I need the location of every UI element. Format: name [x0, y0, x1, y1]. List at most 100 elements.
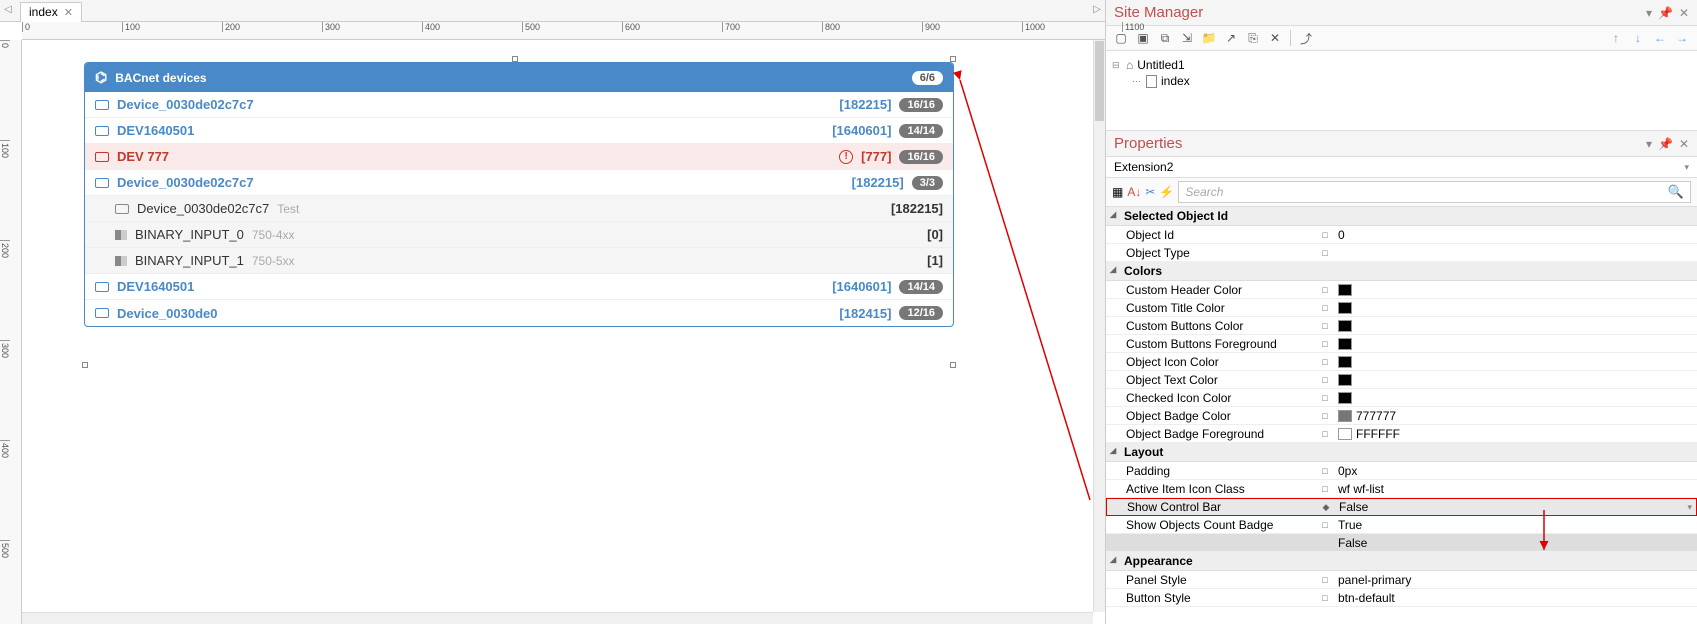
device-row[interactable]: Device_0030de02c7c7[182215]3/3	[85, 170, 953, 196]
chevron-down-icon[interactable]: ▾	[1687, 502, 1692, 513]
tree-child[interactable]: ⋯ index	[1112, 73, 1691, 89]
property-name: Custom Title Color	[1106, 300, 1316, 316]
property-row[interactable]: Object Badge Foreground□FFFFFF	[1106, 425, 1697, 443]
device-row[interactable]: DEV 777![777]16/16	[85, 144, 953, 170]
arrow-down-icon[interactable]: ↓	[1629, 29, 1647, 47]
property-category[interactable]: Appearance	[1106, 552, 1697, 571]
property-value[interactable]: btn-default	[1334, 590, 1697, 606]
dropdown-option[interactable]: False	[1106, 534, 1697, 552]
property-row[interactable]: Padding□0px	[1106, 462, 1697, 480]
property-value[interactable]: panel-primary	[1334, 572, 1697, 588]
device-row[interactable]: BINARY_INPUT_0 750-4xx[0]	[85, 222, 953, 248]
property-value[interactable]	[1334, 252, 1697, 254]
close-icon[interactable]: ✕	[1679, 6, 1689, 20]
canvas[interactable]: ⌬ BACnet devices 6/6 Device_0030de02c7c7…	[22, 40, 1093, 612]
export-icon[interactable]: ⤴	[1297, 29, 1315, 47]
property-value[interactable]: True	[1334, 517, 1697, 533]
device-id: [777]	[861, 149, 891, 164]
device-badge: 12/16	[899, 306, 943, 320]
device-row[interactable]: BINARY_INPUT_1 750-5xx[1]	[85, 248, 953, 274]
device-icon	[115, 204, 129, 214]
dropdown-icon[interactable]: ▾	[1646, 137, 1652, 151]
property-value[interactable]: 0	[1334, 227, 1697, 243]
device-badge: 16/16	[899, 150, 943, 164]
property-name: Panel Style	[1106, 572, 1316, 588]
tab-index[interactable]: index ✕	[20, 2, 82, 22]
site-manager-header: Site Manager ▾ 📌 ✕	[1106, 0, 1697, 26]
categorized-icon[interactable]: ▦	[1112, 185, 1123, 199]
scrollbar-vertical[interactable]	[1093, 40, 1105, 612]
bacnet-widget[interactable]: ⌬ BACnet devices 6/6 Device_0030de02c7c7…	[84, 62, 954, 327]
property-value[interactable]	[1334, 391, 1697, 405]
property-row[interactable]: Panel Style□panel-primary	[1106, 571, 1697, 589]
tree-root[interactable]: ⊟ ⌂ Untitled1	[1112, 57, 1691, 73]
folder-icon[interactable]: 📁	[1200, 29, 1218, 47]
copy-icon[interactable]: ⎘	[1244, 29, 1262, 47]
events-icon[interactable]: ⚡	[1159, 185, 1174, 199]
device-name: Device_0030de0	[117, 306, 217, 321]
arrow-up-icon[interactable]: ↑	[1607, 29, 1625, 47]
device-row[interactable]: DEV1640501[1640601]14/14	[85, 118, 953, 144]
property-value[interactable]	[1334, 373, 1697, 387]
property-row[interactable]: Show Objects Count Badge□True	[1106, 516, 1697, 534]
filter-icon[interactable]: ✂	[1145, 185, 1155, 199]
property-name: Show Control Bar	[1107, 499, 1317, 515]
property-row[interactable]: Active Item Icon Class□wf wf-list	[1106, 480, 1697, 498]
property-row[interactable]: Object Badge Color□777777	[1106, 407, 1697, 425]
duplicate-icon[interactable]: ⧉	[1156, 29, 1174, 47]
property-name: Object Icon Color	[1106, 354, 1316, 370]
property-category[interactable]: Colors	[1106, 262, 1697, 281]
property-value[interactable]: False▾	[1335, 499, 1696, 515]
close-icon[interactable]: ✕	[1679, 137, 1689, 151]
property-value[interactable]: wf wf-list	[1334, 481, 1697, 497]
device-row[interactable]: DEV1640501[1640601]14/14	[85, 274, 953, 300]
property-value[interactable]	[1334, 283, 1697, 297]
property-value[interactable]: FFFFFF	[1334, 426, 1697, 442]
extension-selector[interactable]: Extension2 ▾	[1106, 157, 1697, 178]
tab-nav-right-icon[interactable]: ▷	[1093, 4, 1101, 15]
property-value[interactable]	[1334, 301, 1697, 315]
selection-handle[interactable]	[950, 56, 956, 62]
collapse-icon[interactable]: ⊟	[1112, 60, 1122, 71]
property-value[interactable]	[1334, 355, 1697, 369]
device-row[interactable]: Device_0030de0[182415]12/16	[85, 300, 953, 326]
property-row[interactable]: Object Type□	[1106, 244, 1697, 262]
delete-icon[interactable]: ✕	[1266, 29, 1284, 47]
close-icon[interactable]: ✕	[64, 6, 73, 19]
pin-icon[interactable]: 📌	[1658, 137, 1673, 151]
property-row[interactable]: Custom Buttons Foreground□	[1106, 335, 1697, 353]
property-category[interactable]: Selected Object Id	[1106, 207, 1697, 226]
property-row[interactable]: Custom Title Color□	[1106, 299, 1697, 317]
property-row[interactable]: Button Style□btn-default	[1106, 589, 1697, 607]
property-row[interactable]: Object Text Color□	[1106, 371, 1697, 389]
property-value[interactable]	[1334, 337, 1697, 351]
import-icon[interactable]: ⇲	[1178, 29, 1196, 47]
property-value[interactable]	[1334, 319, 1697, 333]
selection-handle[interactable]	[82, 362, 88, 368]
arrow-right-icon[interactable]: →	[1673, 29, 1691, 47]
property-row[interactable]: Custom Header Color□	[1106, 281, 1697, 299]
property-name: Active Item Icon Class	[1106, 481, 1316, 497]
search-input[interactable]: Search 🔍	[1178, 181, 1691, 203]
properties-toolbar: ▦ A↓ ✂ ⚡ Search 🔍	[1106, 178, 1697, 207]
pin-icon[interactable]: 📌	[1658, 6, 1673, 20]
property-row[interactable]: Show Control Bar◆False▾	[1106, 498, 1697, 516]
external-icon[interactable]: ↗	[1222, 29, 1240, 47]
dropdown-icon[interactable]: ▾	[1646, 6, 1652, 20]
color-swatch	[1338, 320, 1352, 332]
property-row[interactable]: Checked Icon Color□	[1106, 389, 1697, 407]
sort-icon[interactable]: A↓	[1127, 185, 1141, 199]
property-row[interactable]: Custom Buttons Color□	[1106, 317, 1697, 335]
device-row[interactable]: Device_0030de02c7c7[182215]16/16	[85, 92, 953, 118]
property-marker-icon: □	[1316, 248, 1334, 258]
arrow-left-icon[interactable]: ←	[1651, 29, 1669, 47]
tab-nav-left-icon[interactable]: ◁	[4, 4, 12, 15]
property-value[interactable]: 777777	[1334, 408, 1697, 424]
selection-handle[interactable]	[950, 362, 956, 368]
property-row[interactable]: Object Icon Color□	[1106, 353, 1697, 371]
property-value[interactable]: 0px	[1334, 463, 1697, 479]
device-row[interactable]: Device_0030de02c7c7 Test[182215]	[85, 196, 953, 222]
property-row[interactable]: Object Id□0	[1106, 226, 1697, 244]
property-category[interactable]: Layout	[1106, 443, 1697, 462]
scrollbar-horizontal[interactable]	[22, 612, 1093, 624]
